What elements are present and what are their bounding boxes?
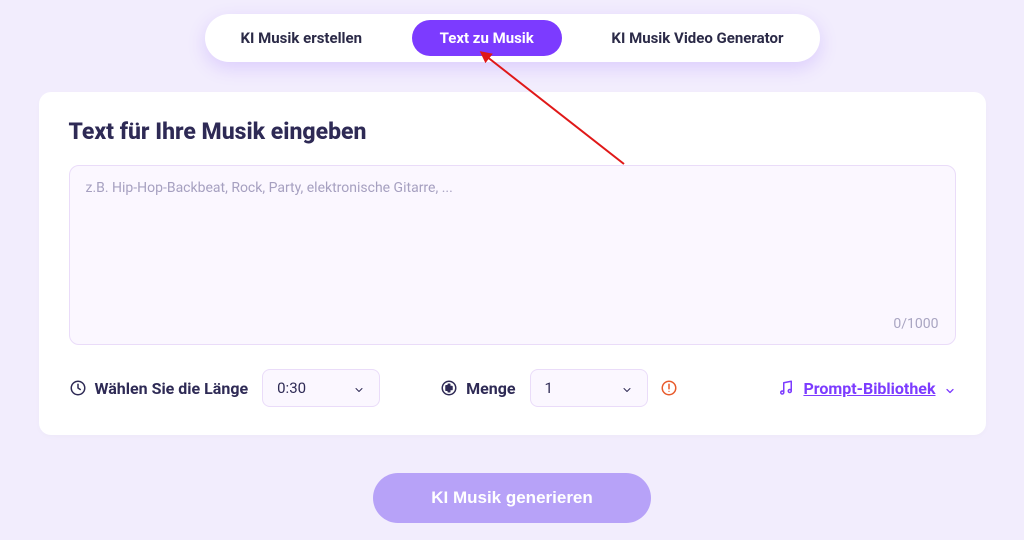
amount-value: 1 <box>545 379 553 397</box>
prompt-library-link[interactable]: Prompt-Bibliothek <box>777 379 955 398</box>
chevron-down-icon <box>353 382 365 394</box>
tab-video-generator[interactable]: KI Musik Video Generator <box>583 20 811 56</box>
card-title: Text für Ihre Musik eingeben <box>69 118 956 145</box>
info-warning-icon[interactable] <box>660 379 678 397</box>
input-card: Text für Ihre Musik eingeben 0/1000 Wähl… <box>39 92 986 435</box>
prompt-textarea-wrap: 0/1000 <box>69 165 956 345</box>
tab-create-music[interactable]: KI Musik erstellen <box>213 20 391 56</box>
length-label-text: Wählen Sie die Länge <box>95 379 249 398</box>
chevron-down-icon <box>621 382 633 394</box>
length-label: Wählen Sie die Länge <box>69 379 249 398</box>
music-note-icon <box>777 379 795 397</box>
prompt-library-label: Prompt-Bibliothek <box>803 379 935 398</box>
tab-text-to-music[interactable]: Text zu Musik <box>412 20 562 56</box>
controls-row: Wählen Sie die Länge 0:30 Menge 1 <box>69 369 956 407</box>
chevron-down-icon <box>944 382 956 394</box>
amount-label-text: Menge <box>466 379 515 398</box>
amount-select[interactable]: 1 <box>530 369 648 407</box>
amount-label: Menge <box>440 379 515 398</box>
mode-tab-bar: KI Musik erstellen Text zu Musik KI Musi… <box>205 14 820 62</box>
length-value: 0:30 <box>277 379 306 397</box>
length-select[interactable]: 0:30 <box>262 369 380 407</box>
char-count: 0/1000 <box>86 316 939 332</box>
prompt-textarea[interactable] <box>86 180 939 308</box>
generate-button[interactable]: KI Musik generieren <box>373 473 651 523</box>
stack-icon <box>440 379 458 397</box>
clock-icon <box>69 379 87 397</box>
